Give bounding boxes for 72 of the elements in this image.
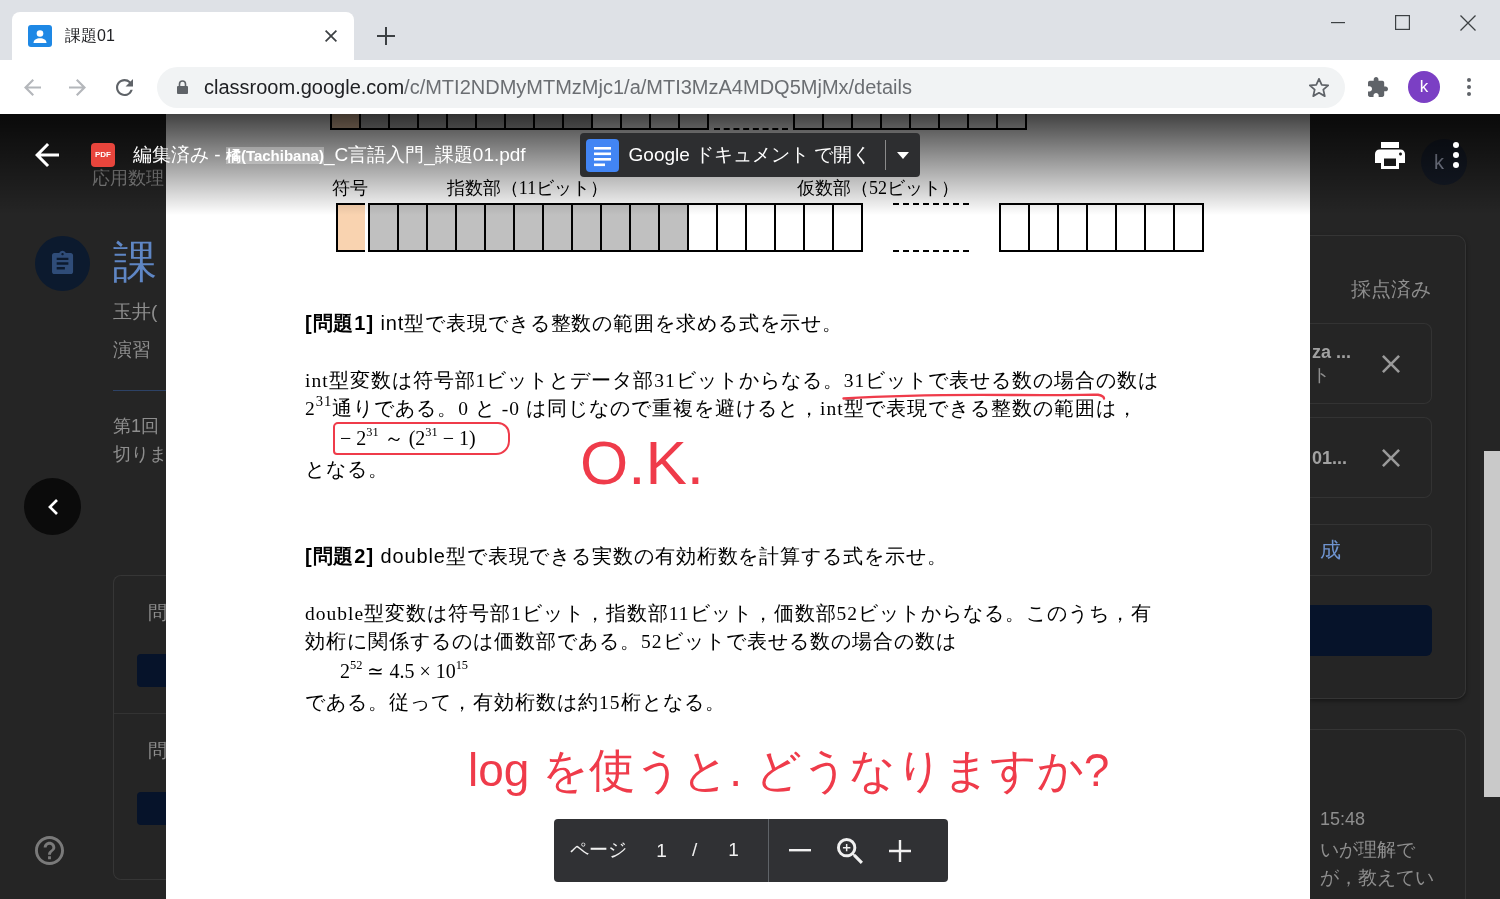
browser-tab[interactable]: 課題01	[12, 12, 354, 60]
maximize-icon	[1395, 15, 1410, 30]
field-label: 仮数部（52ビット）	[797, 178, 959, 198]
page-label: ページ	[570, 838, 627, 863]
question-text: [問題2] double型で表現できる実数の有効桁数を計算する式を示せ。	[305, 544, 948, 569]
text-line: double型変数は符号部1ビット，指数部11ビット，価数部52ビットからなる。このうち，有	[305, 603, 1153, 625]
card-heading: 問	[148, 602, 166, 624]
minus-icon	[788, 849, 811, 852]
star-icon	[1309, 77, 1329, 97]
text-line: である。従って，有効桁数は約15桁となる。	[305, 692, 726, 714]
comment-text: いが理解で が，教えてい	[1320, 838, 1434, 890]
forward-arrow-icon	[68, 78, 86, 96]
file-title: 編集済み - 橘(Tachibana)_C言語入門_課題01.pdf	[133, 142, 526, 168]
text-line: 効桁に関係するのは価数部である。52ビットで表せる数の場合の数は	[305, 631, 957, 653]
text-line: となる。	[305, 459, 389, 481]
close-icon	[325, 30, 337, 42]
page-total: 1	[728, 838, 739, 863]
document-icon	[585, 138, 619, 172]
more-icon	[1453, 142, 1459, 168]
remove-button[interactable]	[1380, 446, 1402, 469]
plus-icon	[377, 27, 395, 45]
close-icon	[1382, 354, 1400, 373]
back-arrow-icon	[35, 143, 59, 167]
profile-avatar[interactable]: k	[1408, 71, 1440, 103]
assignment-title: 課	[113, 238, 158, 286]
assignment-icon	[35, 236, 90, 291]
zoom-in-icon	[836, 837, 863, 864]
person-icon	[28, 25, 52, 47]
bookmark-button[interactable]	[1308, 76, 1330, 98]
grade-status: 採点済み	[1350, 277, 1431, 301]
text-line: 2$^{31}$通りである。0 と -0 は同じなので重複を避けると，int型で表現できる整数の範囲は，	[305, 398, 1138, 420]
question-text: [問題1] int型で表現できる整数の範囲を求める式を示せ。	[305, 311, 844, 336]
close-icon	[1382, 448, 1400, 467]
lock-icon	[177, 80, 188, 94]
caret-icon	[897, 151, 910, 159]
page-separator: /	[692, 838, 698, 863]
more-button[interactable]	[1452, 141, 1460, 169]
back-arrow-icon	[23, 78, 41, 96]
attachment-title: za ...	[1312, 340, 1351, 363]
remove-button[interactable]	[1380, 352, 1402, 375]
profile-avatar[interactable]: k	[1421, 139, 1467, 185]
attachment-subtitle: ト	[1312, 363, 1330, 387]
class-subtitle: 応用数理	[92, 168, 165, 188]
file-type-badge: PDF	[91, 143, 115, 167]
help-icon[interactable]	[35, 836, 64, 865]
formula-text: − 2$^{31}$ ～ (2$^{31}$ − 1)	[340, 424, 476, 452]
previous-button[interactable]	[24, 478, 81, 535]
field-label: 符号	[332, 178, 368, 198]
text-line: int型変数は符号部1ビットとデータ部31ビットからなる。31ビットで表せる数の場合の数は	[305, 370, 1160, 392]
create-button[interactable]: 成	[1310, 524, 1432, 576]
formula-text: 2$^{52}$ ≃ 4.5 × 10$^{15}$	[340, 657, 469, 684]
address-bar[interactable]: classroom.google.com/c/MTI2NDMyMTMzMjc1/a/MTI3MzA4MDQ5MjMx/details	[157, 66, 1345, 108]
plus-icon	[888, 839, 911, 862]
attachment-card[interactable]: za ... ト	[1310, 323, 1432, 404]
minimize-icon	[1330, 21, 1345, 24]
comment-time: 15:48	[1320, 808, 1366, 830]
description-text: 第1回 切りま	[113, 415, 166, 466]
handwritten-note: O.K.	[580, 432, 705, 494]
card-heading: 問	[148, 740, 166, 762]
category-text: 演習	[113, 338, 152, 362]
puzzle-icon	[1368, 77, 1388, 97]
scrollbar-thumb[interactable]	[1484, 451, 1500, 797]
attachment-title: 01...	[1312, 446, 1348, 469]
printer-icon	[1375, 141, 1405, 169]
close-icon	[1459, 14, 1476, 31]
chevron-left-icon	[47, 498, 58, 515]
teacher-name: 玉井(	[113, 300, 159, 324]
more-icon	[1467, 78, 1471, 96]
page-number-field[interactable]: 1	[645, 833, 678, 868]
attachment-card[interactable]: 01...	[1310, 417, 1432, 498]
reload-icon	[115, 78, 133, 96]
field-label: 指数部（11ビット）	[446, 178, 609, 198]
